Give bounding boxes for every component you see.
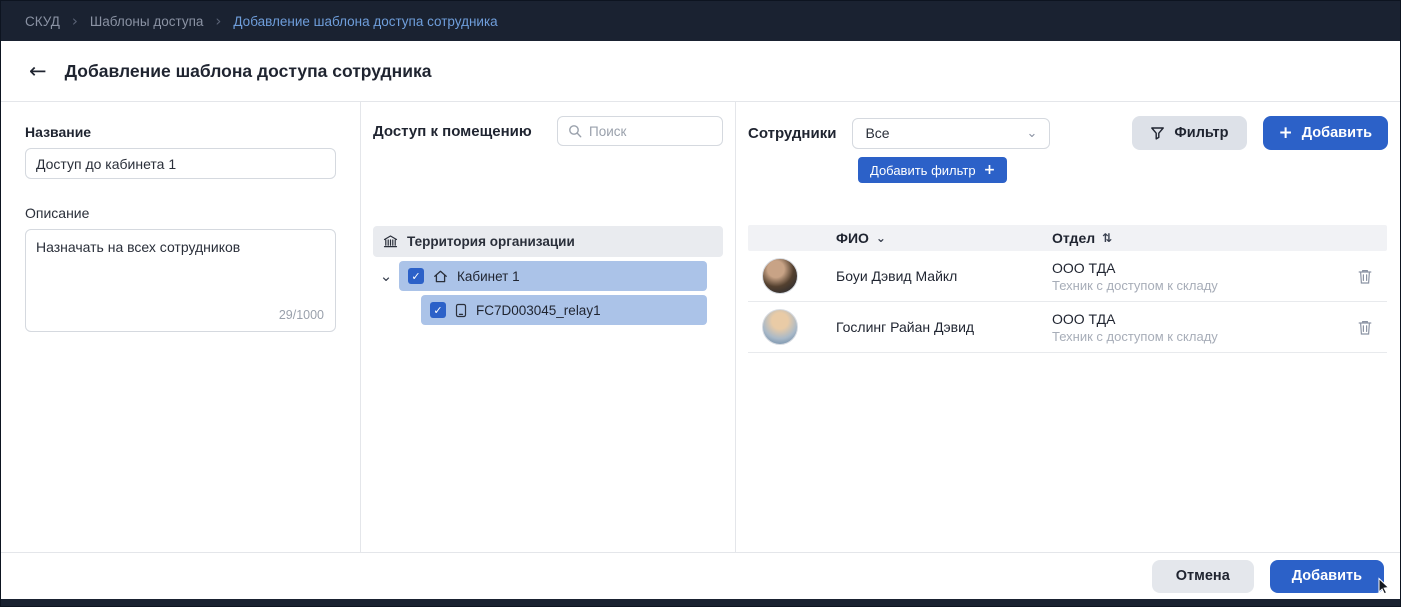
table-row: Боуи Дэвид Майкл ООО ТДА Техник с доступ… [748, 251, 1387, 302]
table-row: Гослинг Райан Дэвид ООО ТДА Техник с дос… [748, 302, 1387, 353]
footer-actions: Отмена Добавить [1, 552, 1400, 599]
submit-button[interactable]: Добавить [1270, 560, 1384, 593]
main-content: Название Описание Назначать на всех сотр… [1, 102, 1400, 552]
chevron-down-icon: ⌄ [1027, 126, 1038, 141]
trash-icon[interactable] [1343, 268, 1387, 285]
relay-checkbox[interactable]: ✓ [430, 302, 446, 318]
cancel-button-label: Отмена [1176, 568, 1230, 584]
employee-position: Техник с доступом к складу [1052, 278, 1343, 293]
room-tree: Территория организации ⌄ ✓ Кабинет 1 ✓ [361, 226, 735, 325]
char-counter: 29/1000 [279, 308, 324, 322]
room-search [557, 116, 723, 146]
add-filter-label: Добавить фильтр [870, 163, 976, 178]
trash-icon[interactable] [1343, 319, 1387, 336]
employee-name: Гослинг Райан Дэвид [836, 319, 1052, 335]
description-block: Описание Назначать на всех сотрудников 2… [25, 205, 336, 332]
employees-panel: Сотрудники Все ⌄ Фильтр + Добавить [736, 102, 1400, 552]
add-filter-button[interactable]: Добавить фильтр + [858, 157, 1007, 183]
device-icon [455, 303, 467, 318]
add-employee-button[interactable]: + Добавить [1263, 116, 1388, 150]
breadcrumb-item-skud[interactable]: СКУД [25, 14, 60, 29]
name-label: Название [25, 124, 336, 140]
table-header: ФИО ⌄ Отдел ⇅ [748, 225, 1387, 251]
description-label: Описание [25, 205, 336, 221]
tree-node-kabinet-row[interactable]: ✓ Кабинет 1 [399, 261, 707, 291]
breadcrumb: СКУД › Шаблоны доступа › Добавление шабл… [1, 1, 1400, 41]
page-header: ← Добавление шаблона доступа сотрудника [1, 41, 1400, 102]
name-input[interactable] [25, 148, 336, 179]
employee-department: ООО ТДА [1052, 311, 1343, 327]
home-icon [433, 269, 448, 284]
room-search-input[interactable] [589, 124, 712, 139]
employees-title: Сотрудники [748, 125, 836, 142]
tree-node-label: Кабинет 1 [457, 269, 520, 284]
expand-chevron-icon[interactable]: ⌄ [373, 269, 399, 284]
funnel-icon [1150, 126, 1165, 141]
back-arrow-icon[interactable]: ← [29, 61, 47, 82]
employees-table: ФИО ⌄ Отдел ⇅ Боуи Дэвид Майкл ООО ТДА Т… [748, 225, 1387, 353]
column-header-otdel[interactable]: Отдел ⇅ [1052, 230, 1343, 246]
app-window: СКУД › Шаблоны доступа › Добавление шабл… [0, 0, 1401, 607]
breadcrumb-separator-icon: › [215, 12, 221, 30]
employee-department: ООО ТДА [1052, 260, 1343, 276]
room-access-title: Доступ к помещению [373, 123, 549, 140]
sort-both-icon: ⇅ [1102, 231, 1112, 245]
breadcrumb-separator-icon: › [72, 12, 78, 30]
filter-button[interactable]: Фильтр [1132, 116, 1246, 150]
cancel-button[interactable]: Отмена [1152, 560, 1254, 593]
column-label: ФИО [836, 230, 869, 246]
breadcrumb-item-templates[interactable]: Шаблоны доступа [90, 14, 204, 29]
plus-icon: + [984, 163, 996, 177]
page-title: Добавление шаблона доступа сотрудника [65, 61, 432, 82]
tree-root-territory[interactable]: Территория организации [373, 226, 723, 257]
tree-node-relay: ✓ FC7D003045_relay1 [421, 295, 723, 325]
taskbar-edge [1, 599, 1400, 606]
employee-position: Техник с доступом к складу [1052, 329, 1343, 344]
tree-node-label: FC7D003045_relay1 [476, 303, 601, 318]
employee-name: Боуи Дэвид Майкл [836, 268, 1052, 284]
tree-node-kabinet: ⌄ ✓ Кабинет 1 [373, 261, 723, 291]
sort-desc-icon: ⌄ [876, 231, 886, 245]
avatar [762, 258, 798, 294]
submit-button-label: Добавить [1292, 568, 1362, 584]
column-header-fio[interactable]: ФИО ⌄ [836, 230, 1052, 246]
search-icon [568, 124, 582, 138]
plus-icon: + [1279, 125, 1293, 142]
breadcrumb-item-current: Добавление шаблона доступа сотрудника [233, 14, 497, 29]
avatar [762, 309, 798, 345]
room-access-panel: Доступ к помещению Территория организаци… [361, 102, 736, 552]
template-form-panel: Название Описание Назначать на всех сотр… [1, 102, 361, 552]
kabinet-checkbox[interactable]: ✓ [408, 268, 424, 284]
tree-node-relay-row[interactable]: ✓ FC7D003045_relay1 [421, 295, 707, 325]
tree-root-label: Территория организации [407, 234, 575, 249]
column-label: Отдел [1052, 230, 1095, 246]
filter-button-label: Фильтр [1174, 125, 1228, 141]
employees-filter-select[interactable]: Все ⌄ [852, 118, 1050, 149]
select-value: Все [865, 125, 889, 141]
building-icon [383, 234, 398, 249]
add-button-label: Добавить [1302, 125, 1372, 141]
